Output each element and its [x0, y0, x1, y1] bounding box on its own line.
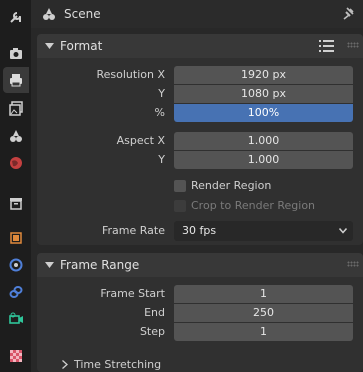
collection-tab[interactable] [3, 190, 29, 216]
format-panel-header[interactable]: Format [37, 34, 363, 58]
constraints-tab[interactable] [3, 279, 29, 305]
resolution-y-field[interactable]: 1080 px [174, 85, 353, 103]
aspect-y-field[interactable]: 1.000 [174, 151, 353, 169]
presets-list-icon[interactable] [319, 39, 335, 53]
render-region-label[interactable]: Render Region [191, 179, 271, 192]
printer-icon [10, 74, 22, 87]
frame-end-row: End 250 [37, 304, 363, 322]
render-tab[interactable] [3, 40, 29, 66]
world-icon [10, 157, 22, 169]
texture-tab[interactable] [3, 343, 29, 369]
scene-icon [43, 8, 55, 20]
chevron-down-icon [45, 43, 54, 49]
resolution-x-label: Resolution X [96, 68, 165, 81]
resolution-percent-label: % [154, 106, 165, 119]
chevron-down-icon [45, 262, 54, 268]
crop-region-checkbox[interactable] [174, 200, 186, 212]
physics-tab[interactable] [3, 252, 29, 278]
resolution-percent-row: % 100% [37, 104, 363, 122]
frame-range-panel-header[interactable]: Frame Range [37, 253, 363, 277]
physics-icon [9, 258, 23, 272]
time-stretching-title: Time Stretching [74, 358, 162, 371]
frame-rate-value: 30 fps [182, 224, 217, 237]
frame-step-row: Step 1 [37, 323, 363, 341]
chevron-down-icon [339, 228, 347, 234]
aspect-x-field[interactable]: 1.000 [174, 132, 353, 150]
pin-icon[interactable] [342, 6, 356, 20]
resolution-y-row: Y 1080 px [37, 85, 363, 103]
properties-header: Scene [31, 0, 363, 28]
object-icon [10, 232, 22, 244]
crop-region-label[interactable]: Crop to Render Region [191, 199, 315, 212]
frame-start-label: Frame Start [100, 287, 165, 300]
image-stack-icon [9, 101, 23, 116]
tool-tab[interactable] [3, 4, 29, 30]
format-title: Format [60, 39, 103, 53]
aspect-x-row: Aspect X 1.000 [37, 132, 363, 150]
time-stretching-subpanel-header[interactable]: Time Stretching [37, 355, 363, 372]
checker-icon [10, 350, 22, 362]
frame-start-row: Frame Start 1 [37, 285, 363, 303]
aspect-y-row: Y 1.000 [37, 151, 363, 169]
drag-grip-icon[interactable] [347, 261, 359, 267]
box-icon [10, 198, 22, 210]
output-tab[interactable] [3, 67, 29, 93]
object-tab[interactable] [3, 225, 29, 251]
resolution-percent-slider[interactable]: 100% [174, 104, 353, 122]
scene-icon [10, 130, 22, 142]
aspect-y-label: Y [158, 153, 165, 166]
frame-rate-dropdown[interactable]: 30 fps [174, 221, 353, 241]
format-panel: Format Resolution X 1920 px Y 1080 px % … [37, 34, 363, 245]
frame-step-field[interactable]: 1 [174, 323, 353, 341]
drag-grip-icon[interactable] [347, 42, 359, 48]
view-layer-tab[interactable] [3, 95, 29, 121]
frame-end-field[interactable]: 250 [174, 304, 353, 322]
frame-rate-row: Frame Rate 30 fps [37, 221, 363, 241]
context-title: Scene [64, 7, 101, 21]
frame-step-label: Step [139, 325, 165, 338]
aspect-x-label: Aspect X [116, 134, 165, 147]
frame-rate-label: Frame Rate [102, 224, 165, 237]
tool-icon [10, 12, 21, 23]
render-region-checkbox[interactable] [174, 180, 186, 192]
world-tab[interactable] [3, 150, 29, 176]
frame-end-label: End [144, 306, 165, 319]
scene-tab[interactable] [3, 123, 29, 149]
frame-range-title: Frame Range [60, 258, 140, 272]
constraint-icon [9, 286, 23, 298]
camera-back-icon [10, 48, 22, 59]
camera-data-icon [9, 312, 23, 324]
data-tab[interactable] [3, 306, 29, 332]
frame-start-field[interactable]: 1 [174, 285, 353, 303]
resolution-x-row: Resolution X 1920 px [37, 66, 363, 84]
chevron-right-icon [62, 360, 68, 369]
resolution-y-label: Y [158, 87, 165, 100]
resolution-x-field[interactable]: 1920 px [174, 66, 353, 84]
properties-tab-bar [0, 0, 31, 372]
